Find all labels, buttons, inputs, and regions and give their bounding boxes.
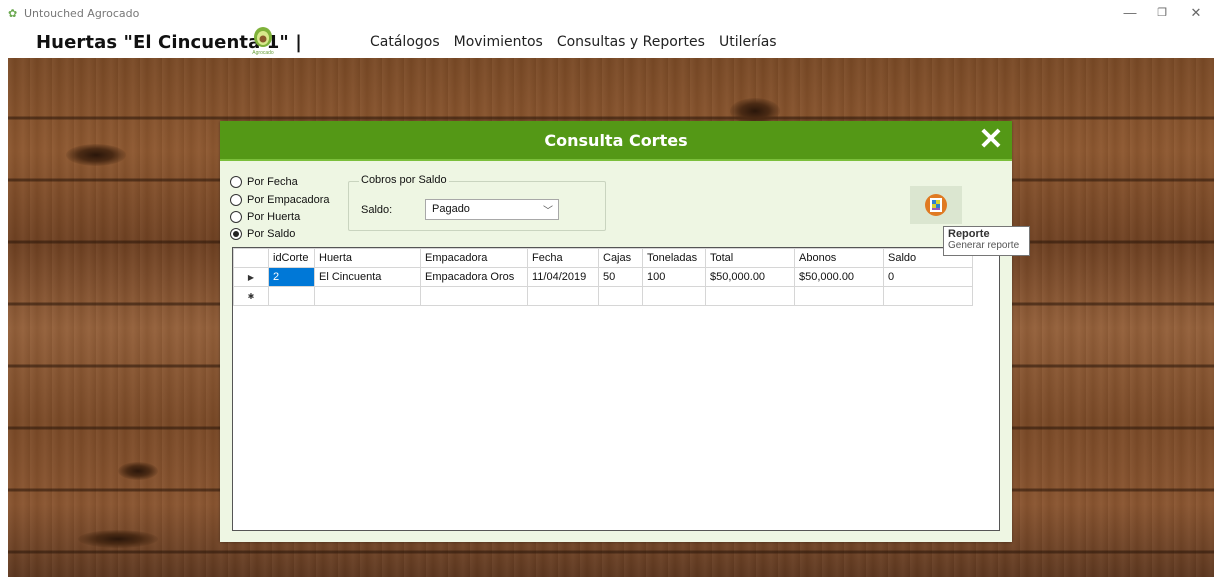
minimize-icon[interactable]: —: [1120, 4, 1140, 22]
table-header-row: idCorte Huerta Empacadora Fecha Cajas To…: [233, 248, 973, 268]
table-cell[interactable]: Empacadora Oros: [420, 267, 528, 287]
app-header: Huertas "El Cincuenta 1" | Agrocado Catá…: [0, 27, 1214, 56]
table-cell[interactable]: [314, 286, 421, 306]
table-new-row[interactable]: ✱: [233, 286, 973, 306]
table-cell[interactable]: 50: [598, 267, 643, 287]
table-cell[interactable]: $50,000.00: [794, 267, 884, 287]
dialog-close-icon[interactable]: ✕: [976, 125, 1006, 155]
consulta-cortes-dialog: Consulta Cortes ✕ Por Fecha Por Empacado…: [220, 121, 1012, 542]
column-header[interactable]: Total: [705, 248, 795, 268]
radio-label: Por Huerta: [247, 211, 301, 223]
wood-knot: [78, 530, 158, 548]
radio-circle[interactable]: [230, 194, 242, 206]
group-legend: Cobros por Saldo: [359, 174, 449, 186]
column-header[interactable]: Huerta: [314, 248, 421, 268]
radio-label: Por Saldo: [247, 228, 296, 240]
table-cell[interactable]: 2: [268, 267, 315, 287]
row-header-corner: [233, 248, 269, 268]
agrocado-logo: Agrocado: [252, 27, 274, 56]
report-tooltip: Reporte Generar reporte: [943, 226, 1030, 256]
table-cell[interactable]: [598, 286, 643, 306]
radio-label: Por Empacadora: [247, 194, 330, 206]
report-button[interactable]: [910, 186, 962, 224]
column-header[interactable]: Abonos: [794, 248, 884, 268]
radio-por-fecha[interactable]: Por Fecha: [230, 176, 298, 188]
table-cell[interactable]: [527, 286, 599, 306]
cortes-grid[interactable]: idCorte Huerta Empacadora Fecha Cajas To…: [232, 247, 1000, 531]
table-cell[interactable]: [642, 286, 706, 306]
radio-circle[interactable]: [230, 176, 242, 188]
radio-circle[interactable]: [230, 228, 242, 240]
radio-por-empacadora[interactable]: Por Empacadora: [230, 194, 330, 206]
dialog-title: Consulta Cortes: [544, 131, 688, 150]
tooltip-text: Generar reporte: [948, 240, 1020, 251]
svg-text:Agrocado: Agrocado: [252, 50, 274, 56]
main-menu: Catálogos Movimientos Consultas y Report…: [370, 34, 777, 50]
table-cell[interactable]: [883, 286, 973, 306]
tooltip-title: Reporte: [948, 228, 990, 240]
cortes-table: idCorte Huerta Empacadora Fecha Cajas To…: [233, 248, 973, 306]
new-row-icon[interactable]: ✱: [233, 286, 269, 306]
saldo-select-value: Pagado: [432, 203, 470, 215]
column-header[interactable]: idCorte: [268, 248, 315, 268]
column-header[interactable]: Fecha: [527, 248, 599, 268]
menu-movimientos[interactable]: Movimientos: [454, 34, 543, 50]
row-selector-icon[interactable]: ▶: [233, 267, 269, 287]
radio-por-saldo[interactable]: Por Saldo: [230, 228, 295, 240]
table-cell[interactable]: 0: [883, 267, 973, 287]
table-cell[interactable]: 100: [642, 267, 706, 287]
window-title: Untouched Agrocado: [24, 7, 140, 20]
saldo-select[interactable]: Pagado ﹀: [425, 199, 559, 220]
avocado-icon: ✿: [8, 8, 18, 20]
column-header[interactable]: Toneladas: [642, 248, 706, 268]
dialog-header: Consulta Cortes ✕: [220, 121, 1012, 161]
radio-por-huerta[interactable]: Por Huerta: [230, 211, 300, 223]
table-cell[interactable]: 11/04/2019: [527, 267, 599, 287]
window-titlebar: ✿ Untouched Agrocado — ❐ ✕: [0, 0, 1214, 28]
table-row[interactable]: ▶ 2 El Cincuenta Empacadora Oros 11/04/2…: [233, 267, 973, 287]
radio-circle[interactable]: [230, 211, 242, 223]
column-header[interactable]: Empacadora: [420, 248, 528, 268]
table-cell[interactable]: [268, 286, 315, 306]
menu-consultas-reportes[interactable]: Consultas y Reportes: [557, 34, 705, 50]
maximize-icon[interactable]: ❐: [1152, 4, 1172, 22]
wood-knot: [118, 462, 158, 480]
chevron-down-icon: ﹀: [543, 206, 553, 217]
table-cell[interactable]: [705, 286, 795, 306]
menu-catalogos[interactable]: Catálogos: [370, 34, 440, 50]
close-icon[interactable]: ✕: [1186, 4, 1206, 22]
table-cell[interactable]: El Cincuenta: [314, 267, 421, 287]
menu-utilerias[interactable]: Utilerías: [719, 34, 777, 50]
wood-knot: [66, 144, 126, 166]
saldo-label: Saldo:: [361, 204, 393, 216]
cobros-por-saldo-group: Cobros por Saldo Saldo: Pagado ﹀: [348, 174, 606, 231]
column-header[interactable]: Cajas: [598, 248, 643, 268]
radio-label: Por Fecha: [247, 176, 298, 188]
report-icon: [925, 194, 947, 216]
table-cell[interactable]: $50,000.00: [705, 267, 795, 287]
table-cell[interactable]: [794, 286, 884, 306]
table-cell[interactable]: [420, 286, 528, 306]
